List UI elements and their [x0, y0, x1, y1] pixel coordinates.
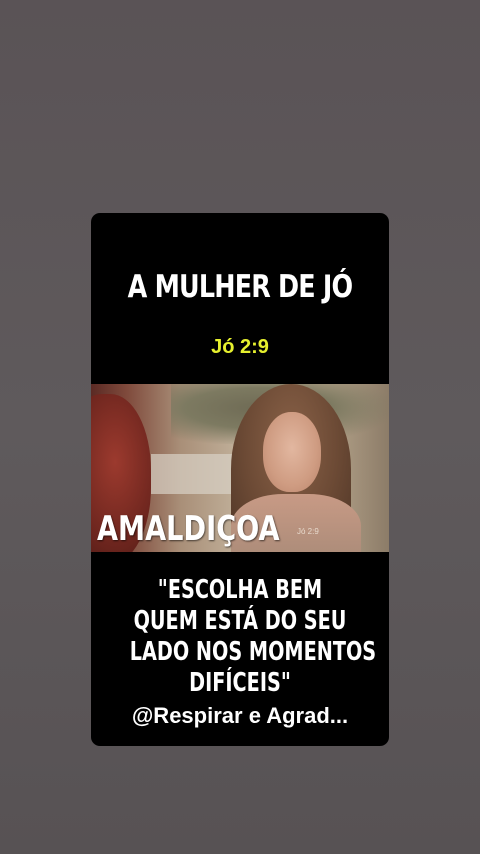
- woman-face: [263, 412, 321, 492]
- verse-reference: Jó 2:9: [211, 336, 269, 358]
- quote-line: QUEM ESTÁ DO SEU: [133, 606, 347, 636]
- video-frame[interactable]: AMALDIÇOA Jó 2:9: [91, 384, 389, 552]
- screen: { "post": { "title": "A MULHER DE JÓ", "…: [0, 0, 480, 854]
- quote-line: LADO NOS MOMENTOS: [129, 637, 377, 667]
- post-card[interactable]: A MULHER DE JÓ Jó 2:9 AMALDIÇOA Jó 2:9 "…: [91, 213, 389, 746]
- post-title: A MULHER DE JÓ: [127, 269, 353, 305]
- video-watermark: Jó 2:9: [297, 527, 319, 536]
- quote-text: "ESCOLHA BEM QUEM ESTÁ DO SEU LADO NOS M…: [129, 575, 377, 699]
- video-caption: AMALDIÇOA: [97, 509, 280, 549]
- quote-line: "ESCOLHA BEM: [157, 575, 323, 605]
- quote-line: DIFÍCEIS": [189, 668, 291, 698]
- channel-handle[interactable]: @Respirar e Agrad...: [91, 703, 389, 729]
